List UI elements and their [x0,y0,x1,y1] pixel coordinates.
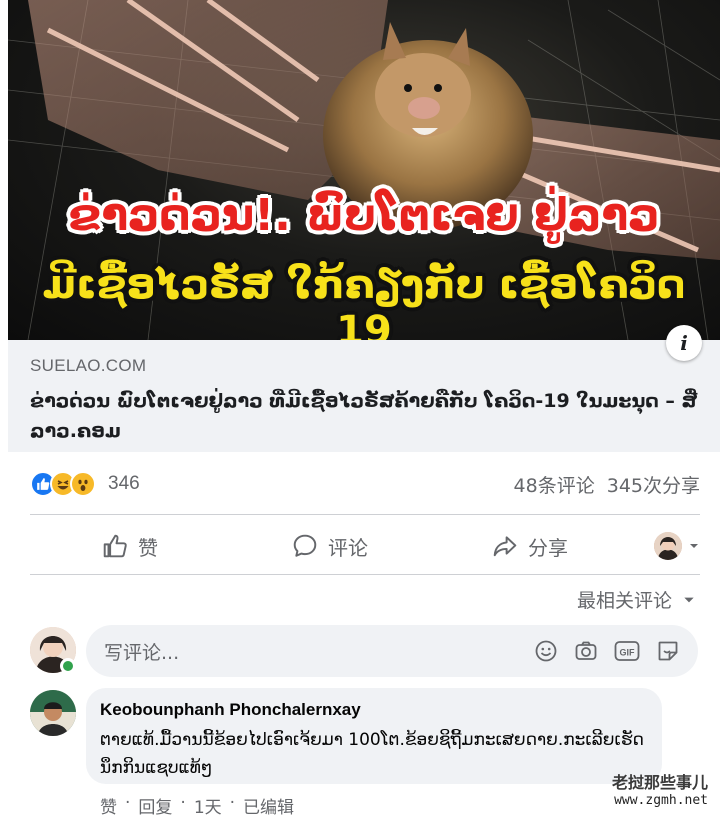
info-icon[interactable]: i [666,325,702,361]
comment-label: 评论 [328,535,368,560]
link-title[interactable]: ຂ່າວດ່ວນ ພົບໂຕເຈຍຢູ່ລາວ ທີ່ມີເຊື້ອໄວຣັສຄ… [30,386,698,446]
wow-icon [70,471,96,497]
comment-text: ຕາຍແທ້.ມື້ວານນີ້ຂ້ອຍໄປເອົາເຈ້ຍມາ 100ໂຕ.ຂ… [100,730,644,778]
thumbs-up-icon [103,534,127,558]
post-actions: 赞 评论 分享 [30,520,700,572]
comment-bubble: Keobounphanh Phonchalernxay ຕາຍແທ້.ມື້ວາ… [86,688,662,784]
watermark-url: www.zgmh.net [614,793,708,808]
share-button[interactable]: 分享 [430,532,630,561]
comment-meta: 赞 · 回复 · 1天 · 已编辑 [100,793,295,818]
link-domain: SUELAO.COM [30,356,147,375]
online-status-dot [60,658,76,674]
link-preview[interactable]: SUELAO.COM ຂ່າວດ່ວນ ພົບໂຕເຈຍຢູ່ລາວ ທີ່ມີ… [8,340,720,452]
gif-icon[interactable]: GIF [614,639,640,663]
comment-input-placeholder: 写评论... [104,641,180,664]
reaction-count: 346 [108,473,140,494]
like-button[interactable]: 赞 [30,532,230,561]
post-link-image[interactable]: ຂ່າວດ່ວນ!. ພົບໂຕເຈຍ ຢູ່ລາວ ມີເຊື້ອໄວຣັສ … [8,0,720,340]
comment-button[interactable]: 评论 [230,532,430,561]
divider [30,574,700,575]
comment-input[interactable]: 写评论... GIF [86,625,698,677]
comment-timestamp[interactable]: 1天 [194,793,222,818]
image-headline-line1: ຂ່າວດ່ວນ!. ພົບໂຕເຈຍ ຢູ່ລາວ [68,190,660,241]
comment-like-link[interactable]: 赞 [100,793,117,818]
react-as-selector[interactable] [630,532,700,560]
share-count[interactable]: 345次分享 [607,471,700,498]
comment-sort-dropdown[interactable]: 最相关评论 [577,586,696,613]
sticker-icon[interactable] [656,639,680,663]
share-label: 分享 [528,535,568,560]
watermark-brand: 老挝那些事儿 [611,773,708,792]
chevron-down-icon [684,597,694,602]
emoji-icon[interactable] [534,639,558,663]
reactions-summary[interactable]: 346 [30,471,140,497]
comment-edited-label: 已编辑 [243,798,295,818]
comment-icon [293,534,317,557]
avatar[interactable] [30,690,76,736]
avatar [654,532,682,560]
chevron-down-icon [690,544,698,548]
share-icon [493,536,517,557]
sort-label: 最相关评论 [576,590,672,612]
image-headline-line2: ມີເຊື້ອໄວຣັສ ໃກ້ຄຽງກັບ ເຊື້ອໂຄວິດ 19 [42,262,686,340]
post-stats: 346 48条评论 345次分享 [30,466,700,502]
svg-text:GIF: GIF [620,648,636,658]
divider [30,514,700,515]
comment-reply-link[interactable]: 回复 [138,793,172,818]
camera-icon[interactable] [574,639,598,663]
watermark: 老挝那些事儿 www.zgmh.net [612,774,708,810]
comment-author[interactable]: Keobounphanh Phonchalernxay [100,700,648,720]
comment-count[interactable]: 48条评论 [514,471,595,498]
like-label: 赞 [138,535,158,560]
